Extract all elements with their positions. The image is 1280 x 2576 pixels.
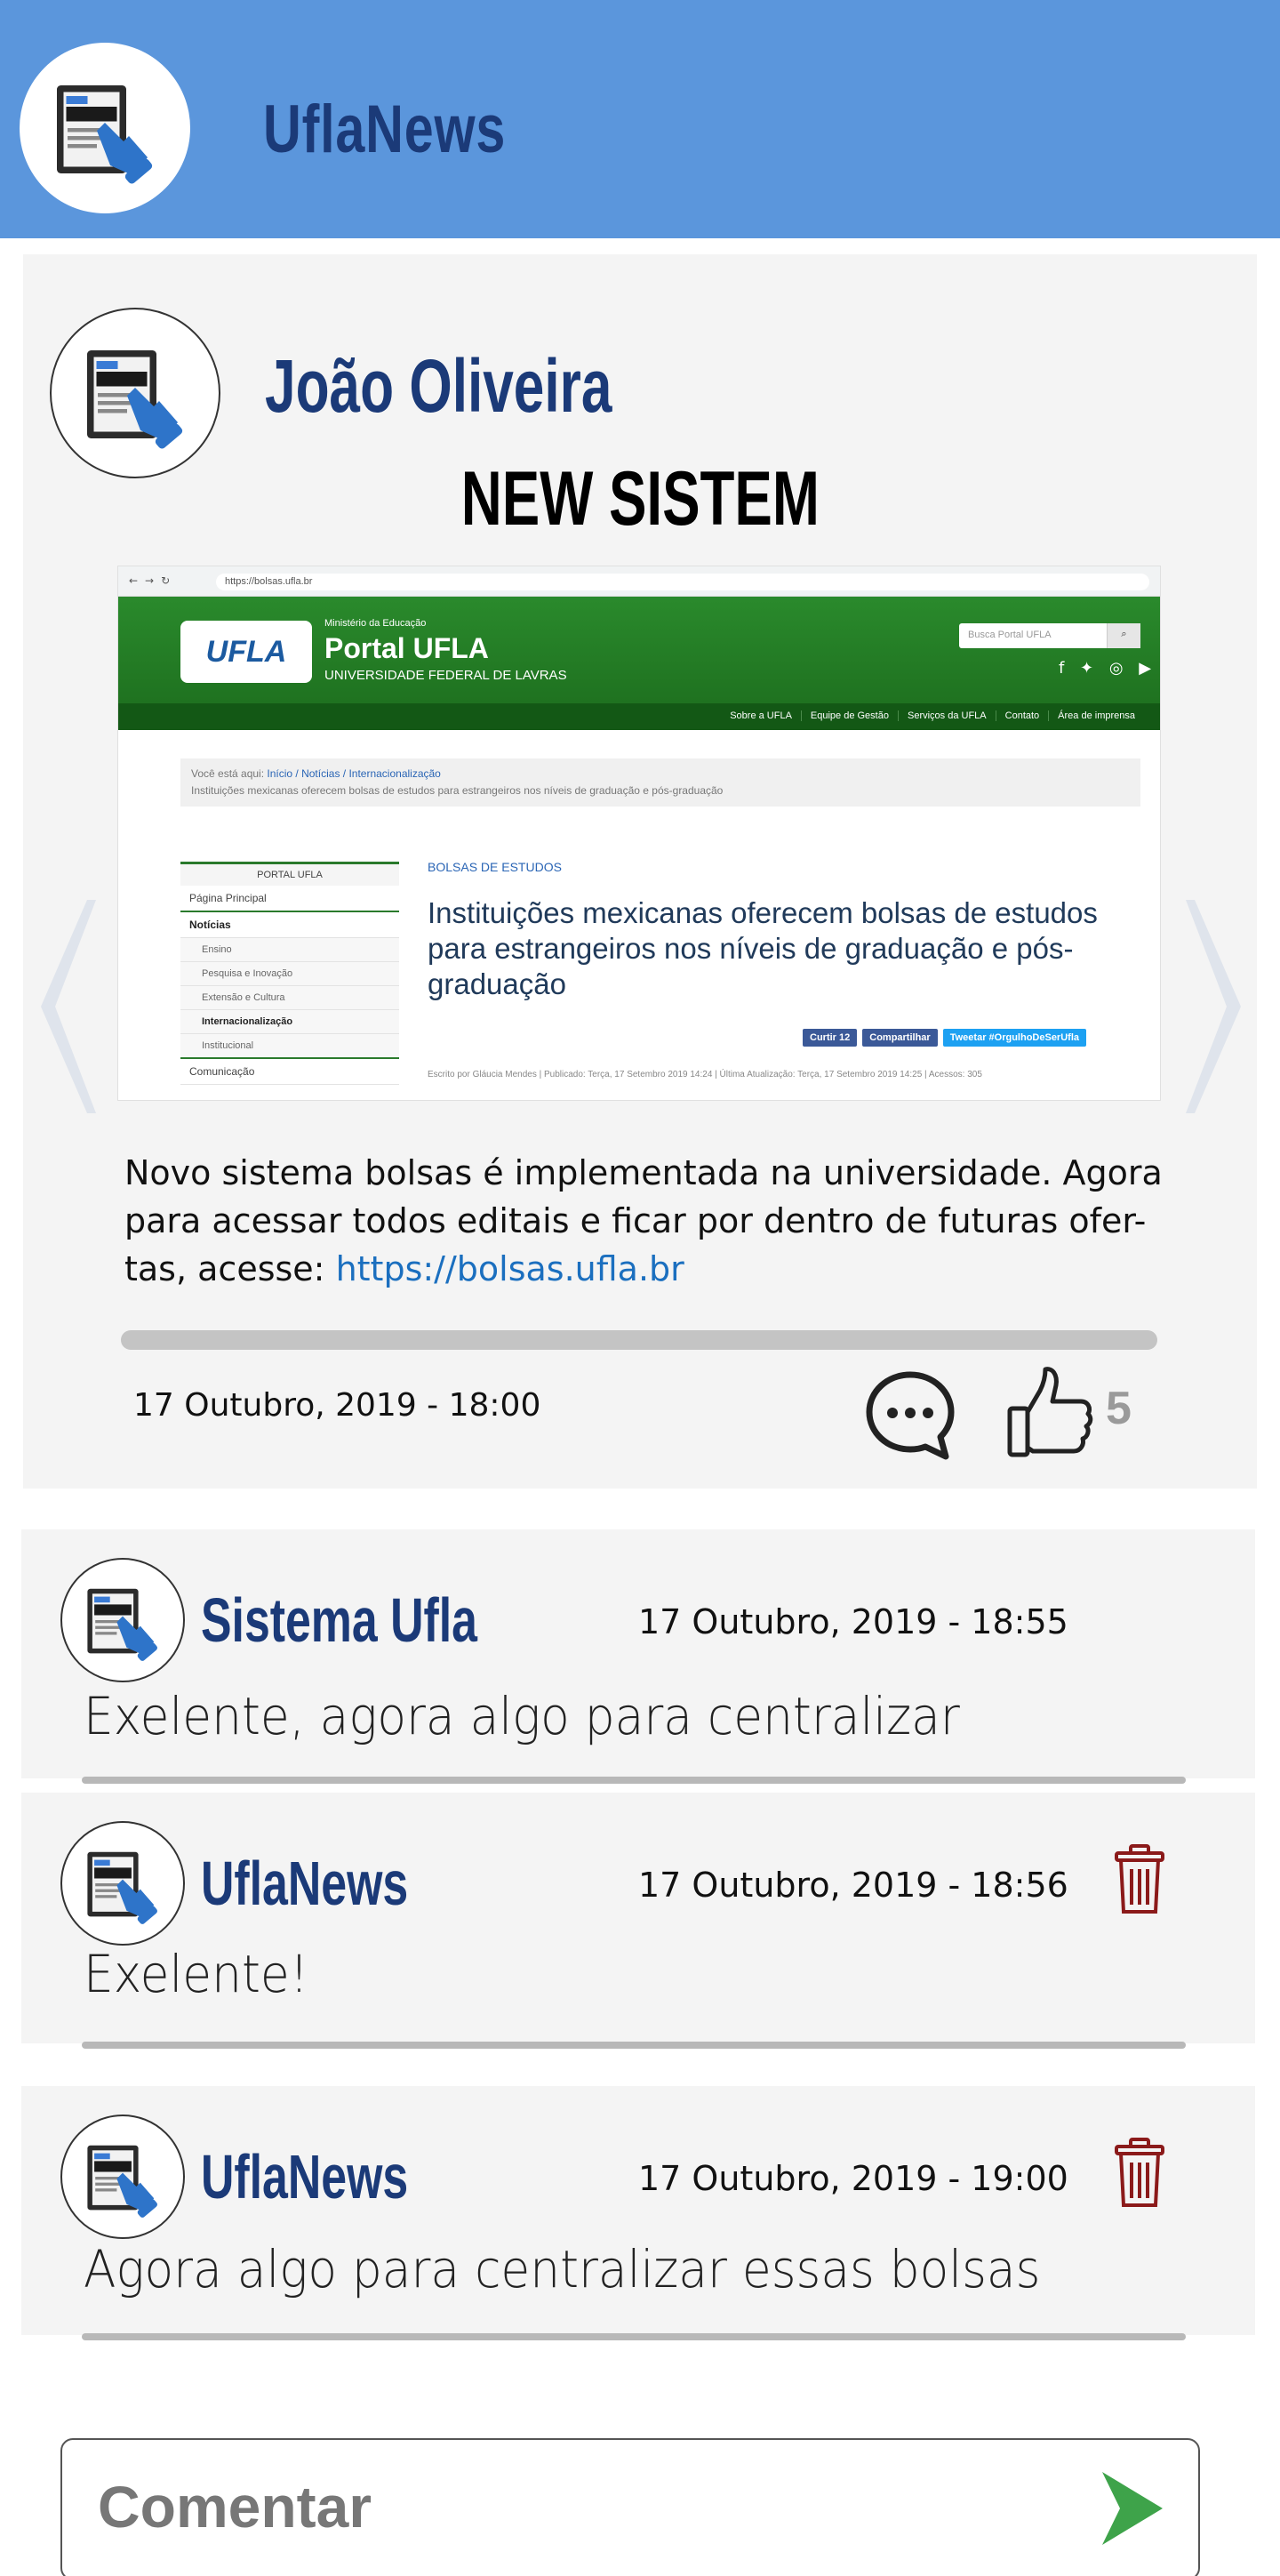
post-card: João Oliveira NEW SISTEM ←→↻ https://bol… <box>23 254 1257 1489</box>
post-body: Novo sistema bolsas é implementada na un… <box>124 1153 1163 1288</box>
app-header: UflaNews <box>0 0 1280 238</box>
comment-avatar[interactable] <box>60 1558 185 1682</box>
comment-text: Exelente, agora algo para centralizar <box>84 1686 960 1746</box>
trash-icon[interactable] <box>1115 1844 1164 1915</box>
portal-logo: UFLA <box>180 621 312 683</box>
portal-menu-item: Serviços da UFLA <box>897 710 996 721</box>
newspaper-hand-icon <box>74 1571 172 1669</box>
comment-author: Sistema Ufla <box>201 1585 477 1655</box>
comment-item: Sistema Ufla 17 Outubro, 2019 - 18:55 Ex… <box>21 1529 1255 1778</box>
newspaper-hand-icon <box>38 61 172 195</box>
portal-menu: Sobre a UFLA Equipe de Gestão Serviços d… <box>118 703 1160 730</box>
newspaper-hand-icon <box>68 326 202 460</box>
comment-date: 17 Outubro, 2019 - 18:55 <box>638 1602 1068 1641</box>
app-logo[interactable] <box>20 43 190 213</box>
post-divider <box>121 1330 1157 1350</box>
comment-author: UflaNews <box>201 1849 409 1918</box>
browser-url: https://bolsas.ufla.br <box>216 574 1149 590</box>
portal-name: Portal UFLA <box>324 632 489 664</box>
portal-menu-item: Área de imprensa <box>1048 710 1144 721</box>
browser-nav-icons: ←→↻ <box>129 574 178 587</box>
portal-ministry: Ministério da Educação <box>324 618 427 629</box>
newspaper-hand-icon <box>74 1834 172 1932</box>
chevron-right-icon[interactable] <box>1179 900 1250 1113</box>
comment-divider <box>82 2333 1186 2340</box>
trash-icon[interactable] <box>1115 2138 1164 2209</box>
comment-input[interactable] <box>98 2467 1058 2547</box>
comment-date: 17 Outubro, 2019 - 19:00 <box>638 2159 1068 2198</box>
portal-subtitle: UNIVERSIDADE FEDERAL DE LAVRAS <box>324 668 567 683</box>
comment-divider <box>82 1777 1186 1784</box>
comment-input-box <box>60 2438 1200 2576</box>
post-image[interactable]: ←→↻ https://bolsas.ufla.br UFLA Ministér… <box>117 566 1161 1101</box>
comment-item: UflaNews 17 Outubro, 2019 - 18:56 Exelen… <box>21 1793 1255 2043</box>
article-share: Curtir 12 Compartilhar Tweetar #OrgulhoD… <box>803 1029 1086 1047</box>
comment-item: UflaNews 17 Outubro, 2019 - 19:00 Agora … <box>21 2086 1255 2335</box>
article-category: BOLSAS DE ESTUDOS <box>428 860 562 874</box>
post-link[interactable]: https://bolsas.ufla.br <box>336 1249 684 1288</box>
portal-banner: UFLA Ministério da Educação Portal UFLA … <box>118 597 1160 703</box>
side-menu: PORTAL UFLA Página Principal Notícias En… <box>180 862 399 1085</box>
post-title: NEW SISTEM <box>460 456 820 542</box>
post-date: 17 Outubro, 2019 - 18:00 <box>133 1387 541 1424</box>
comment-date: 17 Outubro, 2019 - 18:56 <box>638 1866 1068 1905</box>
breadcrumb: Você está aqui: Início / Notícias / Inte… <box>180 758 1140 807</box>
comment-divider <box>82 2042 1186 2049</box>
comment-text: Agora algo para centralizar essas bolsas <box>84 2239 1041 2299</box>
portal-menu-item: Equipe de Gestão <box>800 710 898 721</box>
post-author: João Oliveira <box>265 344 612 428</box>
newspaper-hand-icon <box>74 2128 172 2226</box>
send-arrow-icon[interactable] <box>1099 2470 1166 2547</box>
comment-author: UflaNews <box>201 2142 409 2211</box>
thumbs-up-icon[interactable] <box>1006 1364 1095 1460</box>
portal-search: Busca Portal UFLA ⌕ <box>959 623 1140 648</box>
comment-bubble-icon[interactable] <box>864 1369 956 1462</box>
browser-bar: ←→↻ https://bolsas.ufla.br <box>118 566 1160 597</box>
portal-menu-item: Sobre a UFLA <box>730 710 792 721</box>
chevron-left-icon[interactable] <box>32 900 103 1113</box>
article-meta: Escrito por Gláucia Mendes | Publicado: … <box>428 1070 982 1079</box>
comment-avatar[interactable] <box>60 1821 185 1946</box>
like-count: 5 <box>1106 1383 1132 1434</box>
comment-text: Exelente! <box>84 1944 309 2004</box>
author-avatar[interactable] <box>50 308 220 478</box>
portal-menu-item: Contato <box>995 710 1049 721</box>
social-icons: f ✦ ◎ ▶ <box>1059 659 1157 678</box>
search-icon: ⌕ <box>1107 623 1140 648</box>
article-title: Instituições mexicanas oferecem bolsas d… <box>428 896 1098 1000</box>
app-title: UflaNews <box>263 92 507 167</box>
comment-avatar[interactable] <box>60 2115 185 2239</box>
